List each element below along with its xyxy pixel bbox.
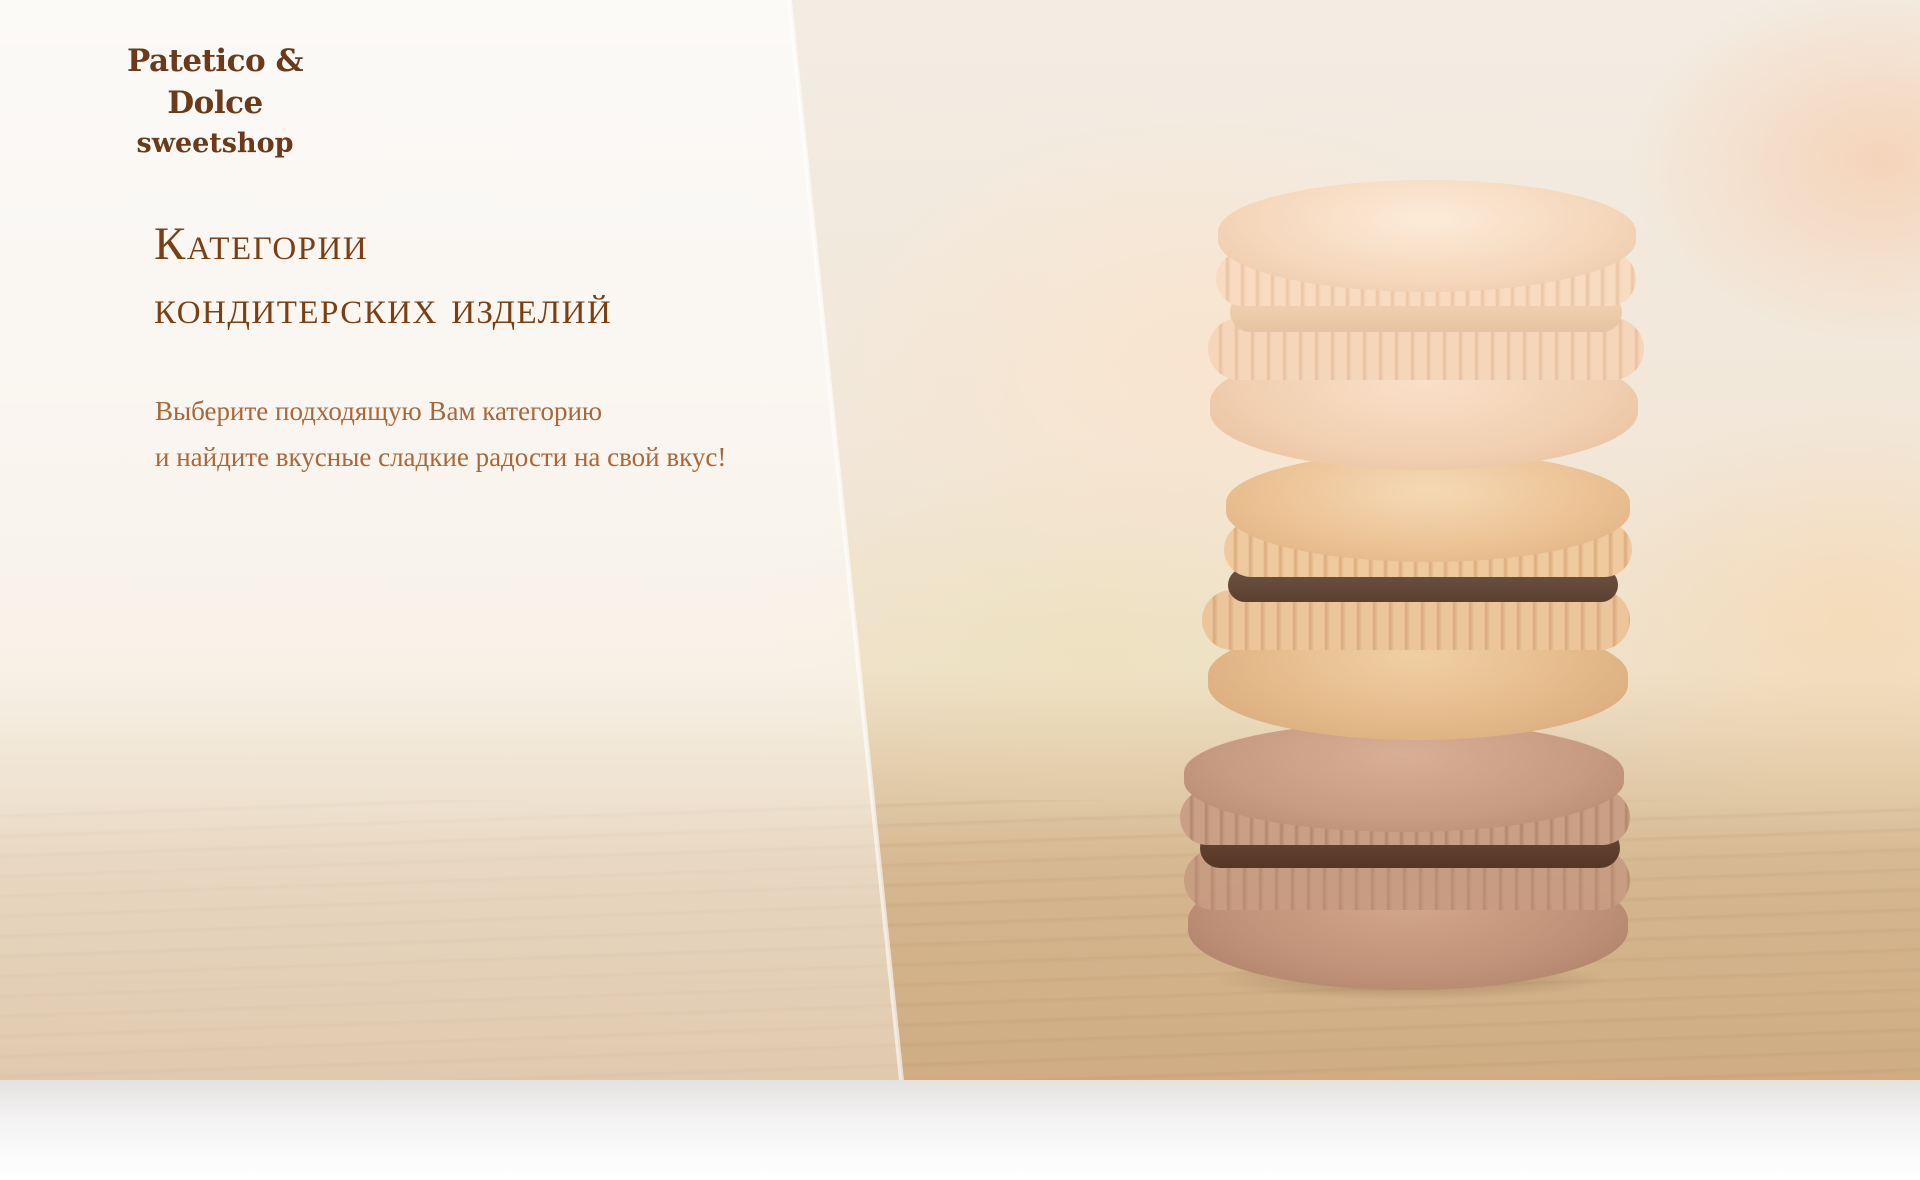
brand-tagline: sweetshop xyxy=(136,128,294,159)
section-divider-strip xyxy=(0,1080,1920,1180)
hero-section: Patetico & Dolce sweetshop Категории кон… xyxy=(0,0,1920,1080)
page-title: Категории кондитерских изделий xyxy=(154,212,612,340)
page-subtitle-line-1: Выберите подходящую Вам категорию xyxy=(155,396,603,426)
page-title-line-2: кондитерских изделий xyxy=(154,282,613,334)
brand-name: Patetico & Dolce xyxy=(126,43,304,121)
brand-logo[interactable]: Patetico & Dolce sweetshop xyxy=(90,40,340,164)
landing-page: Patetico & Dolce sweetshop Категории кон… xyxy=(0,0,1920,1180)
page-subtitle: Выберите подходящую Вам категорию и найд… xyxy=(155,388,726,480)
page-subtitle-line-2: и найдите вкусные сладкие радости на сво… xyxy=(155,442,727,472)
top-macaron-top-shell xyxy=(1218,180,1636,292)
page-title-line-1: Категории xyxy=(154,218,369,270)
macaron-stack-image xyxy=(1170,160,1670,1020)
